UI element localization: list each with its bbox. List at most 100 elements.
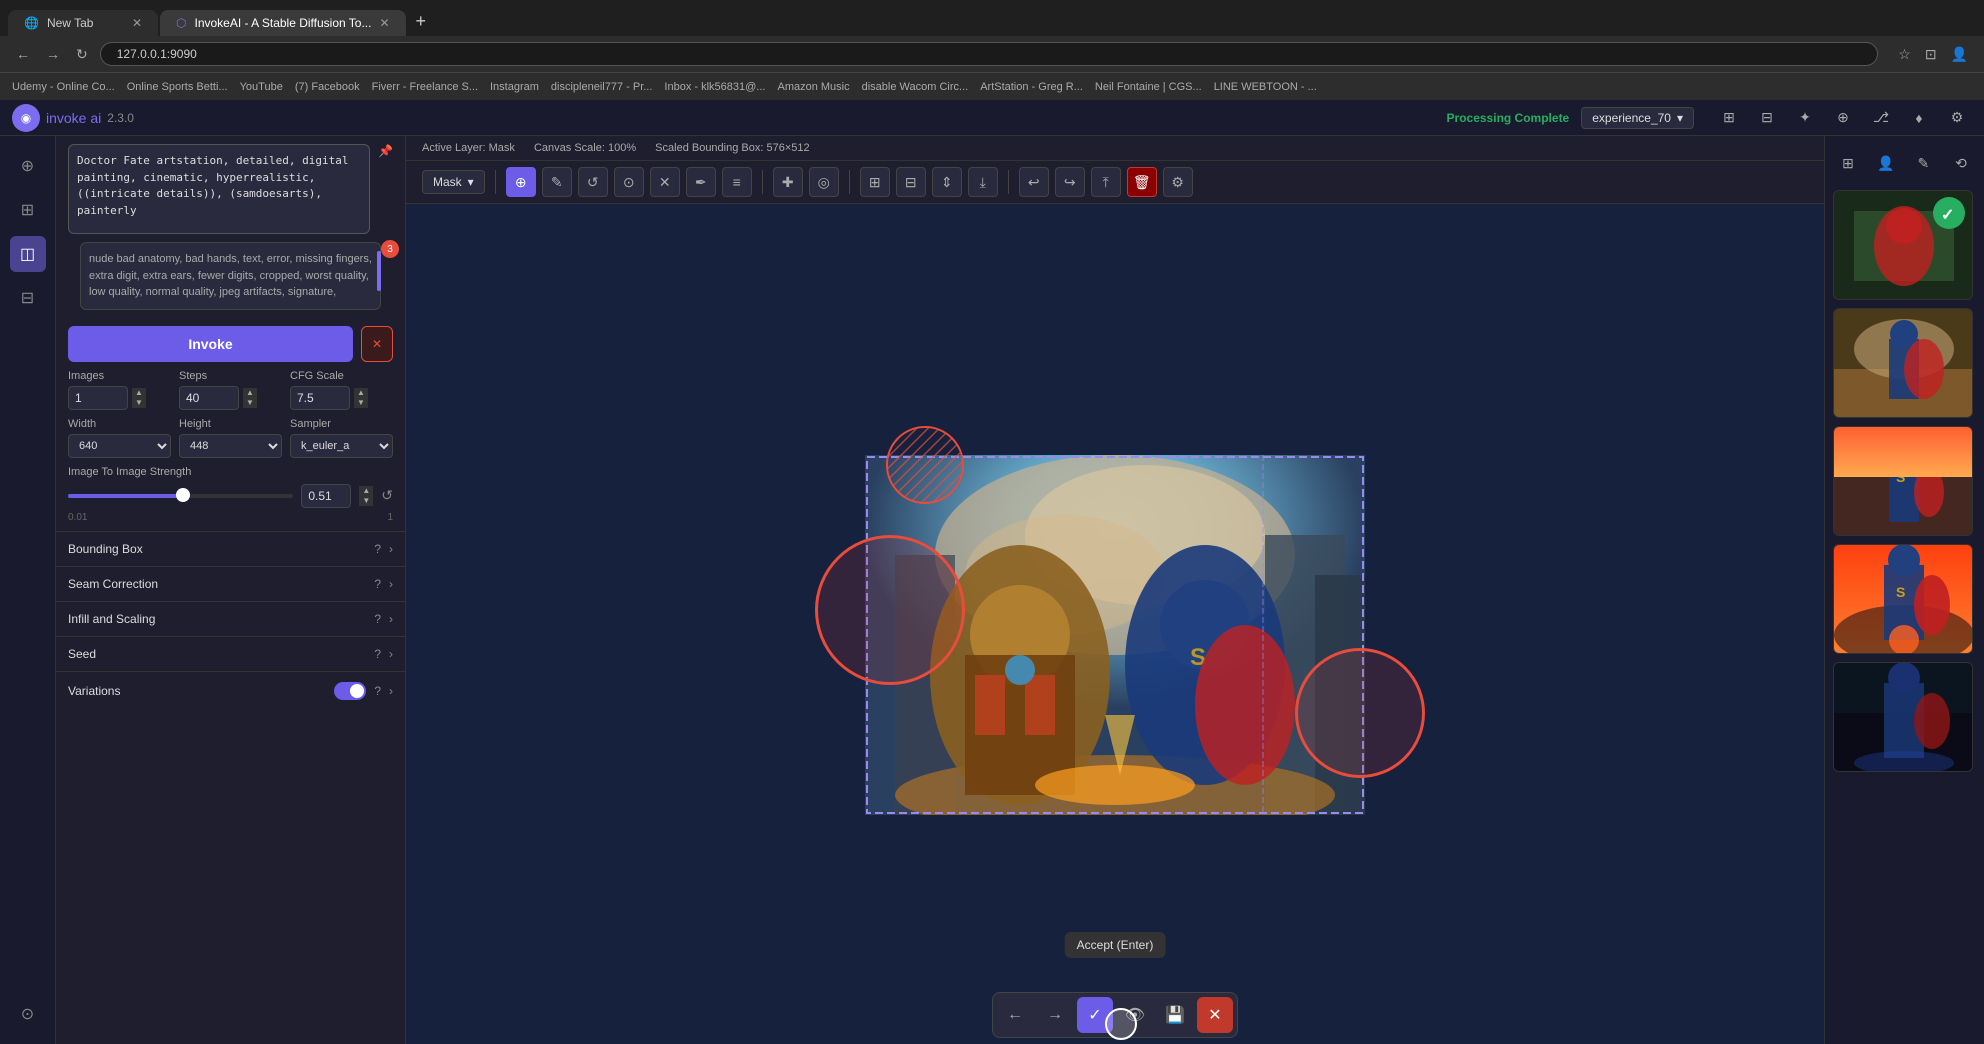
sampler-select[interactable]: k_euler_a [290, 434, 393, 458]
tool-btn-download[interactable]: ⤓ [968, 167, 998, 197]
seed-help[interactable]: ? [374, 647, 381, 661]
mask-dropdown[interactable]: Mask ▾ [422, 170, 485, 194]
bounding-box-help[interactable]: ? [374, 542, 381, 556]
sidebar-icon-generate[interactable]: ⊕ [10, 148, 46, 184]
tool-btn-connected[interactable]: ⊕ [506, 167, 536, 197]
tool-btn-layer2[interactable]: ⊟ [896, 167, 926, 197]
bookmark-btn[interactable]: ☆ [1894, 42, 1915, 67]
steps-input[interactable] [179, 386, 239, 410]
refresh-button[interactable]: ↻ [72, 42, 92, 67]
images-input[interactable] [68, 386, 128, 410]
bottom-reject-btn[interactable]: ✕ [1197, 997, 1233, 1033]
cancel-button[interactable]: ✕ [361, 326, 393, 362]
tool-btn-circle[interactable]: ◎ [809, 167, 839, 197]
gallery-icon-4[interactable]: ⟲ [1946, 148, 1976, 178]
height-select[interactable]: 448 [179, 434, 282, 458]
tool-btn-undo[interactable]: ↩ [1019, 167, 1049, 197]
width-select[interactable]: 640 [68, 434, 171, 458]
strength-slider[interactable] [68, 494, 293, 498]
profile-btn[interactable]: 👤 [1947, 42, 1972, 67]
tool-btn-layer1[interactable]: ⊞ [860, 167, 890, 197]
address-bar[interactable]: 127.0.0.1:9090 [100, 42, 1879, 66]
sidebar-icon-canvas[interactable]: ◫ [10, 236, 46, 272]
tool-btn-close[interactable]: ✕ [650, 167, 680, 197]
sidebar-icon-bottom[interactable]: ⊙ [10, 996, 46, 1032]
steps-up[interactable]: ▲ [243, 388, 257, 398]
images-up[interactable]: ▲ [132, 388, 146, 398]
seam-correction-header[interactable]: Seam Correction ? › [56, 567, 405, 601]
bottom-prev-btn[interactable]: ← [997, 997, 1033, 1033]
tool-btn-rotate[interactable]: ↺ [578, 167, 608, 197]
bottom-save-btn[interactable]: 💾 [1157, 997, 1193, 1033]
bookmark-fiverr[interactable]: Fiverr - Freelance S... [372, 81, 478, 93]
images-stepper[interactable]: ▲ ▼ [132, 388, 146, 408]
images-down[interactable]: ▼ [132, 398, 146, 408]
gallery-item-3[interactable]: S [1833, 426, 1973, 536]
invoke-button[interactable]: Invoke [68, 326, 353, 362]
header-icon-3[interactable]: ✦ [1790, 103, 1820, 133]
bounding-box-header[interactable]: Bounding Box ? › [56, 532, 405, 566]
gallery-item-2[interactable] [1833, 308, 1973, 418]
seam-correction-help[interactable]: ? [374, 577, 381, 591]
tab-new-close[interactable]: ✕ [132, 16, 142, 30]
strength-up[interactable]: ▲ [359, 486, 373, 496]
header-icon-github[interactable]: ⎇ [1866, 103, 1896, 133]
tab-new[interactable]: 🌐 New Tab ✕ [8, 10, 158, 36]
positive-prompt-input[interactable]: <span class="highlight">Doctor Fate</spa… [68, 144, 370, 234]
steps-down[interactable]: ▼ [243, 398, 257, 408]
variations-help[interactable]: ? [374, 684, 381, 698]
tool-btn-upload[interactable]: ⤒ [1091, 167, 1121, 197]
header-icon-settings[interactable]: ⚙ [1942, 103, 1972, 133]
tool-btn-redo[interactable]: ↪ [1055, 167, 1085, 197]
header-icon-1[interactable]: ⊞ [1714, 103, 1744, 133]
bookmark-inbox[interactable]: Inbox - klk56831@... [664, 81, 765, 93]
tool-btn-paint[interactable]: ✎ [542, 167, 572, 197]
bookmark-webtoon[interactable]: LINE WEBTOON - ... [1214, 81, 1317, 93]
seed-header[interactable]: Seed ? › [56, 637, 405, 671]
negative-prompt-input[interactable]: nude bad anatomy, bad hands, text, error… [80, 242, 381, 310]
bookmark-amazon[interactable]: Amazon Music [777, 81, 849, 93]
tool-btn-list[interactable]: ≡ [722, 167, 752, 197]
gallery-item-4[interactable]: S [1833, 544, 1973, 654]
infill-help[interactable]: ? [374, 612, 381, 626]
strength-reset[interactable]: ↺ [381, 487, 393, 504]
bottom-accept-btn[interactable]: ✓ [1077, 997, 1113, 1033]
variations-header[interactable]: Variations ? › [56, 672, 405, 710]
tool-btn-move[interactable]: ⇕ [932, 167, 962, 197]
tool-btn-pen[interactable]: ✒ [686, 167, 716, 197]
cfg-input[interactable] [290, 386, 350, 410]
tool-btn-plus[interactable]: ✚ [773, 167, 803, 197]
gallery-icon-3[interactable]: ✎ [1908, 148, 1938, 178]
header-icon-2[interactable]: ⊟ [1752, 103, 1782, 133]
infill-header[interactable]: Infill and Scaling ? › [56, 602, 405, 636]
bookmark-sports[interactable]: Online Sports Betti... [127, 81, 228, 93]
bookmark-neil[interactable]: Neil Fontaine | CGS... [1095, 81, 1202, 93]
pin-button[interactable]: 📌 [378, 144, 393, 158]
bookmark-udemy[interactable]: Udemy - Online Co... [12, 81, 115, 93]
bottom-next-btn[interactable]: → [1037, 997, 1073, 1033]
bookmark-facebook[interactable]: (7) Facebook [295, 81, 360, 93]
strength-value-input[interactable] [301, 484, 351, 508]
cfg-down[interactable]: ▼ [354, 398, 368, 408]
bottom-eye-btn[interactable]: 👁 [1117, 997, 1153, 1033]
steps-stepper[interactable]: ▲ ▼ [243, 388, 257, 408]
gallery-icon-2[interactable]: 👤 [1871, 148, 1901, 178]
tool-btn-delete[interactable]: 🗑 [1127, 167, 1157, 197]
tab-invoke-close[interactable]: ✕ [379, 16, 389, 30]
sidebar-icon-nodes[interactable]: ⊟ [10, 280, 46, 316]
tool-btn-settings[interactable]: ⚙ [1163, 167, 1193, 197]
tool-btn-zoom[interactable]: ⊙ [614, 167, 644, 197]
bookmark-youtube[interactable]: YouTube [240, 81, 283, 93]
bookmark-artstation[interactable]: ArtStation - Greg R... [980, 81, 1083, 93]
forward-button[interactable]: → [42, 42, 64, 66]
sidebar-icon-gallery[interactable]: ⊞ [10, 192, 46, 228]
gallery-item-1[interactable]: ✓ [1833, 190, 1973, 300]
bookmark-instagram[interactable]: Instagram [490, 81, 539, 93]
cfg-stepper[interactable]: ▲ ▼ [354, 388, 368, 408]
strength-down[interactable]: ▼ [359, 496, 373, 506]
variations-toggle[interactable] [334, 682, 366, 700]
extensions-btn[interactable]: ⊡ [1921, 42, 1941, 67]
experience-badge[interactable]: experience_70 ▾ [1581, 107, 1694, 129]
back-button[interactable]: ← [12, 42, 34, 66]
cfg-up[interactable]: ▲ [354, 388, 368, 398]
